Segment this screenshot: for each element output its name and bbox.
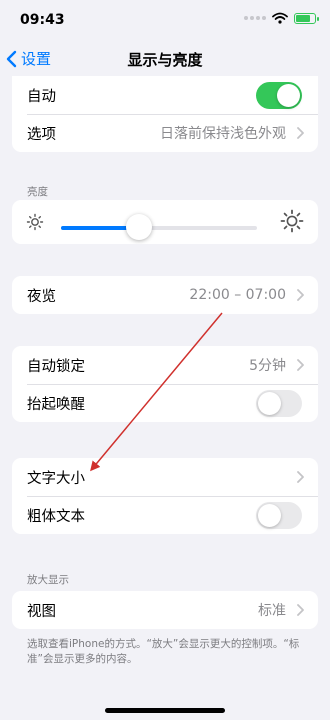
raise-to-wake-toggle[interactable]	[256, 389, 302, 417]
appearance-group: 自动 选项 日落前保持浅色外观	[12, 76, 318, 152]
bold-text-row: 粗体文本	[12, 496, 318, 534]
chevron-right-icon	[297, 289, 304, 301]
navigation-bar: 设置 显示与亮度	[0, 40, 330, 78]
auto-lock-label: 自动锁定	[27, 358, 85, 375]
chevron-right-icon	[297, 471, 304, 483]
options-row[interactable]: 选项 日落前保持浅色外观	[12, 114, 318, 152]
chevron-right-icon	[297, 359, 304, 371]
home-indicator[interactable]	[105, 708, 225, 713]
view-value: 标准	[258, 603, 286, 619]
status-bar: 09:43	[0, 0, 330, 40]
status-time: 09:43	[20, 12, 65, 28]
signal-icon	[244, 16, 266, 20]
zoom-group: 视图 标准	[12, 591, 318, 629]
page-title: 显示与亮度	[127, 51, 203, 69]
lock-group: 自动锁定 5分钟 抬起唤醒	[12, 346, 318, 422]
sun-large-icon	[280, 209, 304, 233]
chevron-right-icon	[297, 604, 304, 616]
auto-lock-value: 5分钟	[249, 358, 286, 374]
auto-row: 自动	[12, 76, 318, 114]
text-size-row[interactable]: 文字大小	[12, 458, 318, 496]
raise-to-wake-label: 抬起唤醒	[27, 396, 85, 413]
status-icons	[244, 12, 319, 24]
sun-small-icon	[26, 213, 44, 231]
raise-to-wake-row: 抬起唤醒	[12, 384, 318, 422]
view-label: 视图	[27, 603, 56, 620]
bold-text-toggle[interactable]	[256, 501, 302, 529]
options-label: 选项	[27, 126, 56, 143]
text-group: 文字大小 粗体文本	[12, 458, 318, 534]
wifi-icon	[272, 12, 288, 24]
brightness-slider-thumb[interactable]	[126, 214, 153, 240]
options-value: 日落前保持浅色外观	[160, 126, 286, 142]
chevron-right-icon	[297, 127, 304, 139]
brightness-slider[interactable]	[61, 226, 257, 230]
brightness-group	[12, 200, 318, 244]
night-shift-value: 22:00 – 07:00	[189, 287, 286, 303]
bold-text-label: 粗体文本	[27, 508, 85, 525]
night-shift-label: 夜览	[27, 288, 56, 305]
auto-toggle[interactable]	[256, 81, 302, 109]
auto-lock-row[interactable]: 自动锁定 5分钟	[12, 346, 318, 384]
night-shift-row[interactable]: 夜览 22:00 – 07:00	[12, 276, 318, 314]
battery-icon	[294, 12, 319, 24]
zoom-header: 放大显示	[27, 574, 69, 586]
night-shift-group: 夜览 22:00 – 07:00	[12, 276, 318, 314]
auto-label: 自动	[27, 88, 56, 105]
zoom-footnote: 选取查看iPhone的方式。“放大”会显示更大的控制项。“标准”会显示更多的内容…	[27, 638, 300, 665]
text-size-label: 文字大小	[27, 470, 85, 487]
view-row[interactable]: 视图 标准	[12, 591, 318, 629]
brightness-header: 亮度	[27, 186, 48, 198]
